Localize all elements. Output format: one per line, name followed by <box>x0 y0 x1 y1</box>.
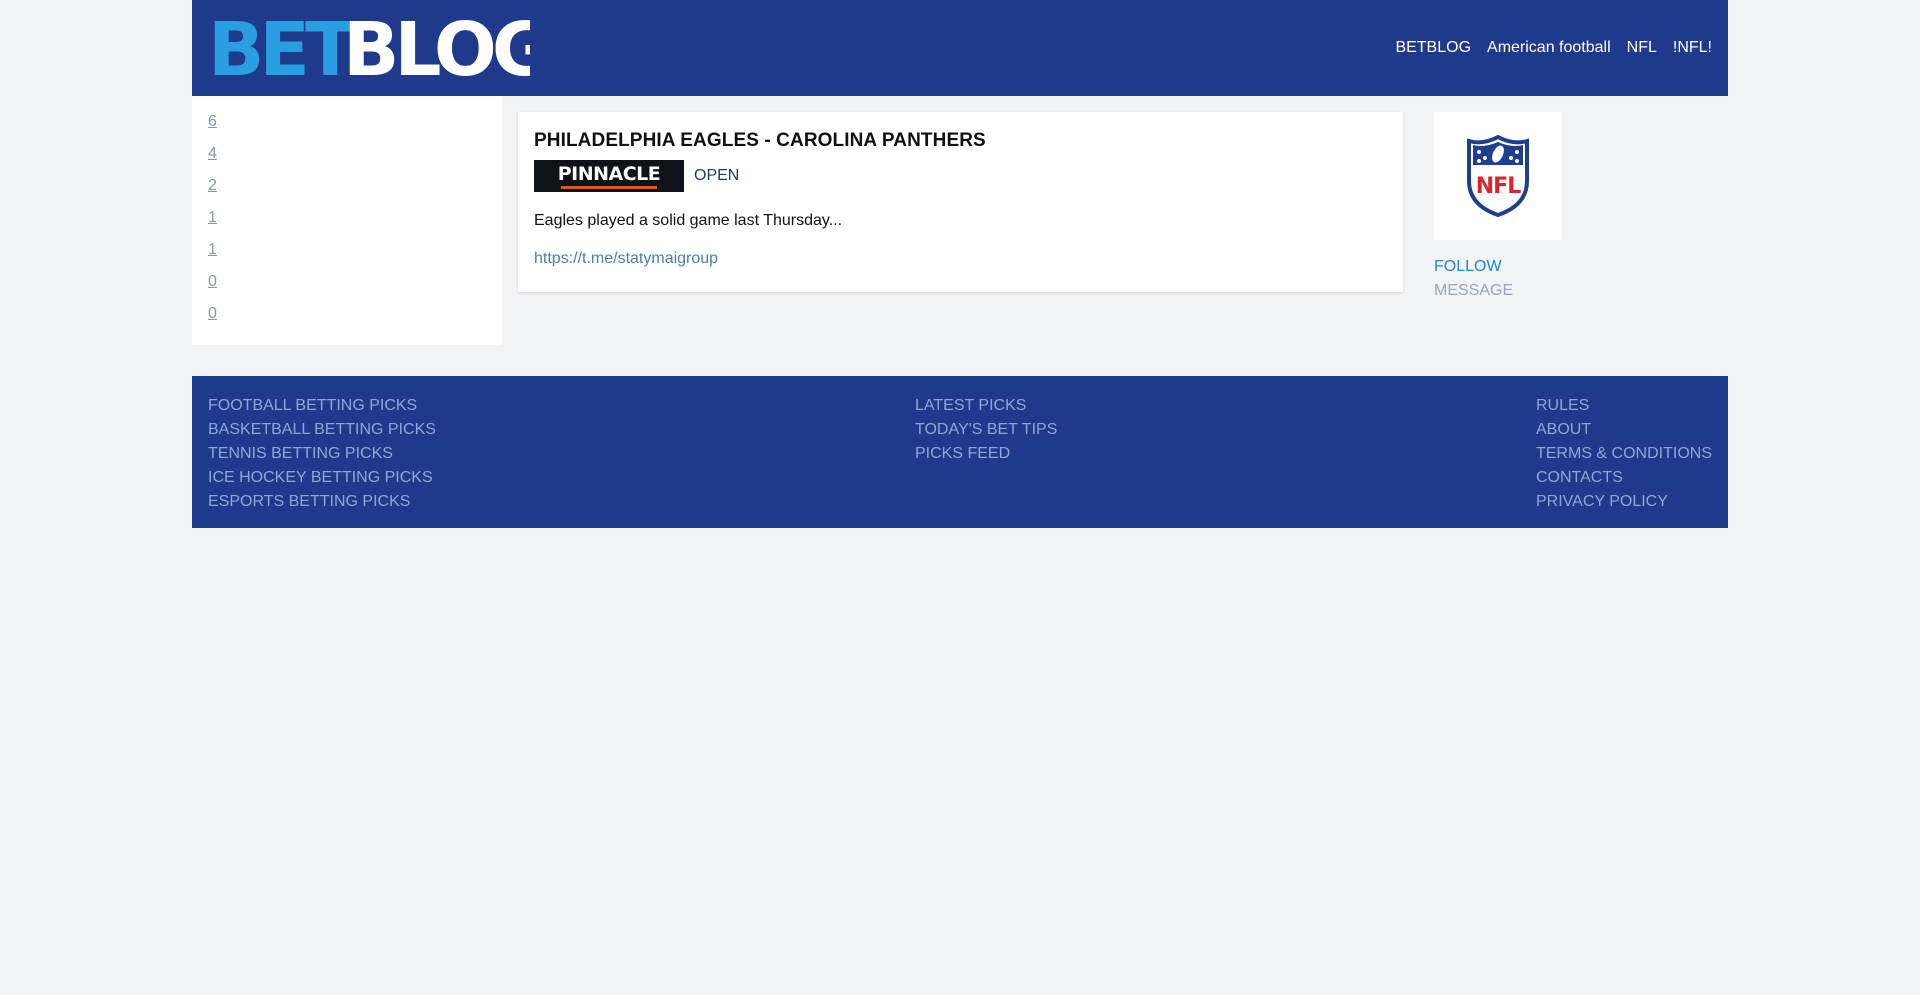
footer-link[interactable]: LATEST PICKS <box>915 394 1057 418</box>
footer-link[interactable]: CONTACTS <box>1536 466 1712 490</box>
nav-betblog[interactable]: BETBLOG <box>1395 39 1471 57</box>
stat-count[interactable]: 4 <box>208 144 486 176</box>
logo-part-bet: BET <box>208 15 356 81</box>
bookmaker-logo[interactable]: PINNACLE <box>534 160 684 192</box>
pick-link[interactable]: https://t.me/statymaigroup <box>534 250 718 268</box>
message-button[interactable]: MESSAGE <box>1434 282 1562 300</box>
site-logo[interactable]: BET BLOG <box>208 0 530 96</box>
footer-link[interactable]: ICE HOCKEY BETTING PICKS <box>208 466 436 490</box>
stat-count[interactable]: 0 <box>208 304 486 336</box>
betblog-logo-icon: BET BLOG <box>208 15 530 81</box>
stat-count[interactable]: 6 <box>208 112 486 144</box>
footer-link[interactable]: BASKETBALL BETTING PICKS <box>208 418 436 442</box>
footer-col-picks: LATEST PICKS TODAY'S BET TIPS PICKS FEED <box>915 394 1057 466</box>
stat-count[interactable]: 1 <box>208 240 486 272</box>
pick-card: PHILADELPHIA EAGLES - CAROLINA PANTHERS … <box>518 112 1403 292</box>
profile-panel: NFL FOLLOW MESSAGE <box>1434 112 1562 300</box>
stat-count[interactable]: 2 <box>208 176 486 208</box>
nfl-shield-icon: NFL <box>1467 135 1529 217</box>
svg-text:NFL: NFL <box>1476 174 1521 199</box>
nav-nfl[interactable]: NFL <box>1627 39 1657 57</box>
nav-american-football[interactable]: American football <box>1487 39 1611 57</box>
footer-link[interactable]: FOOTBALL BETTING PICKS <box>208 394 436 418</box>
bookmaker-underline <box>561 185 657 189</box>
top-nav: BETBLOG American football NFL !NFL! <box>1395 39 1712 57</box>
pick-status: OPEN <box>694 167 740 184</box>
footer-link[interactable]: PICKS FEED <box>915 442 1057 466</box>
footer-link[interactable]: PRIVACY POLICY <box>1536 490 1712 514</box>
site-footer: FOOTBALL BETTING PICKS BASKETBALL BETTIN… <box>192 376 1728 528</box>
logo-part-blog: BLOG <box>343 15 530 81</box>
bookmaker-row: PINNACLE OPEN <box>534 160 1387 192</box>
footer-link[interactable]: ESPORTS BETTING PICKS <box>208 490 436 514</box>
footer-link[interactable]: TODAY'S BET TIPS <box>915 418 1057 442</box>
footer-link[interactable]: TENNIS BETTING PICKS <box>208 442 436 466</box>
footer-link[interactable]: TERMS & CONDITIONS <box>1536 442 1712 466</box>
footer-link[interactable]: ABOUT <box>1536 418 1712 442</box>
bookmaker-name: PINNACLE <box>557 162 661 185</box>
footer-col-sports: FOOTBALL BETTING PICKS BASKETBALL BETTIN… <box>208 394 436 510</box>
stat-count[interactable]: 1 <box>208 208 486 240</box>
nav-nfl-special[interactable]: !NFL! <box>1673 39 1712 57</box>
site-header: BET BLOG BETBLOG American football NFL !… <box>192 0 1728 96</box>
footer-col-info: RULES ABOUT TERMS & CONDITIONS CONTACTS … <box>1536 394 1712 514</box>
pick-description: Eagles played a solid game last Thursday… <box>534 212 843 229</box>
follow-button[interactable]: FOLLOW <box>1434 258 1562 276</box>
stat-count[interactable]: 0 <box>208 272 486 304</box>
sidebar-stats: 6 4 2 1 1 0 0 <box>192 96 502 345</box>
avatar[interactable]: NFL <box>1434 112 1562 240</box>
pick-title[interactable]: PHILADELPHIA EAGLES - CAROLINA PANTHERS <box>534 130 1387 152</box>
footer-link[interactable]: RULES <box>1536 394 1712 418</box>
